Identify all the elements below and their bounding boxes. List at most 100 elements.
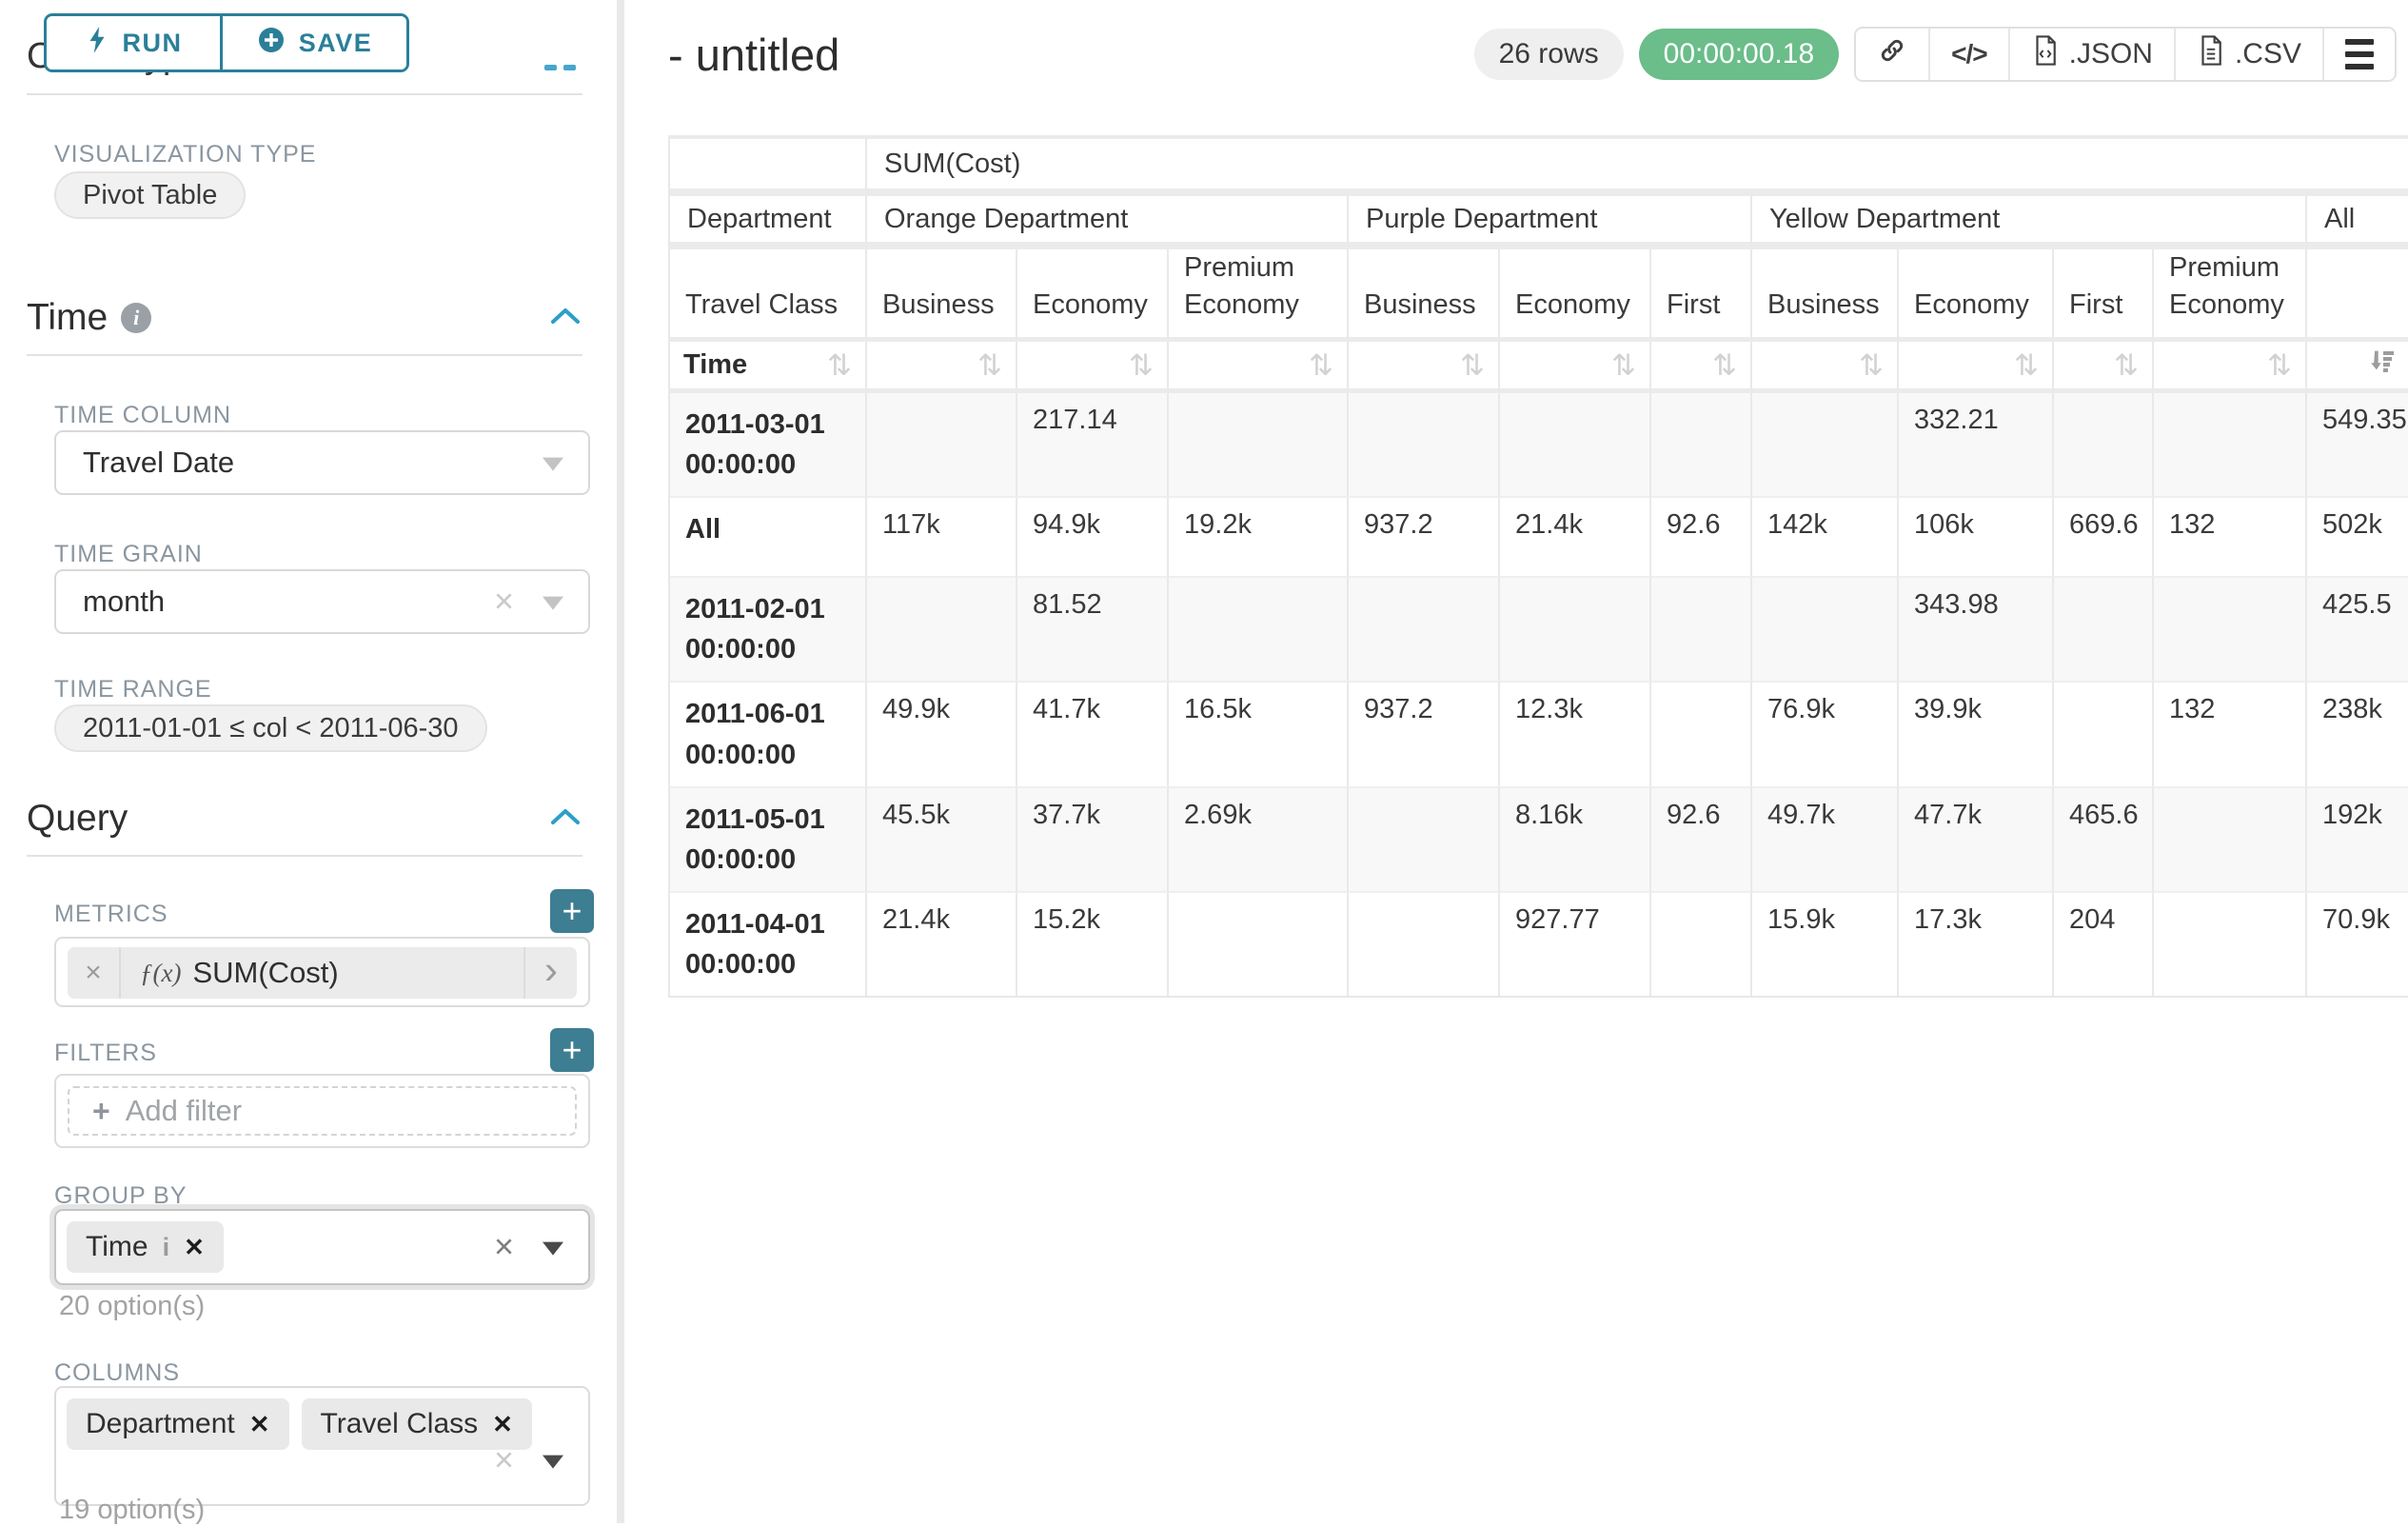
columns-control[interactable]: Department ✕ Travel Class ✕ × [54, 1386, 590, 1506]
time-column-label: TIME COLUMN [54, 402, 231, 429]
row-count-badge: 26 rows [1474, 29, 1624, 80]
pivot-class-header: Premium Economy [1169, 249, 1349, 342]
pivot-value-cell: 45.5k [867, 788, 1017, 893]
chevron-up-icon[interactable] [548, 305, 582, 332]
pivot-value-cell: 132 [2154, 498, 2307, 578]
add-metric-button[interactable]: + [550, 889, 594, 933]
remove-metric-icon[interactable]: × [68, 947, 121, 999]
save-button-label: SAVE [299, 29, 373, 58]
sort-icon: ⇅ [1129, 350, 1154, 380]
pivot-value-cell: 21.4k [867, 893, 1017, 996]
pivot-sort-header[interactable]: ⇅ [2054, 342, 2154, 393]
pivot-value-cell: 332.21 [1899, 393, 2054, 498]
pivot-value-cell [2154, 578, 2307, 683]
table-row: 2011-04-01 00:00:0021.4k15.2k927.7715.9k… [670, 893, 2408, 996]
pivot-value-cell: 70.9k [2307, 893, 2408, 996]
chevron-up-icon[interactable] [548, 805, 582, 833]
chevron-down-icon[interactable] [543, 1455, 563, 1468]
remove-chip-icon[interactable]: ✕ [249, 1410, 270, 1439]
pivot-value-cell: 465.6 [2054, 788, 2154, 893]
clear-icon[interactable]: × [494, 584, 514, 618]
pivot-department-header: Purple Department [1349, 196, 1752, 249]
more-options-button[interactable] [2322, 29, 2395, 80]
pivot-value-cell: 47.7k [1899, 788, 2054, 893]
chevron-right-icon[interactable]: › [523, 947, 577, 999]
add-filter-plus-button[interactable]: + [550, 1028, 594, 1072]
pivot-sort-header[interactable]: ⇅ [1651, 342, 1752, 393]
pivot-sort-header-time[interactable]: Time⇅ [670, 342, 867, 393]
clear-icon[interactable]: × [494, 1229, 514, 1263]
pivot-value-cell [1349, 578, 1500, 683]
group-by-chip-time[interactable]: Time i ✕ [67, 1221, 224, 1273]
add-filter-button[interactable]: + Add filter [68, 1086, 577, 1136]
pivot-value-cell [2154, 393, 2307, 498]
pivot-value-cell: 81.52 [1017, 578, 1169, 683]
pivot-class-header: Economy [1500, 249, 1651, 342]
copy-link-button[interactable] [1856, 29, 1928, 80]
pivot-value-cell: 16.5k [1169, 683, 1349, 787]
pivot-value-cell: 39.9k [1899, 683, 2054, 787]
group-by-control[interactable]: Time i ✕ × [54, 1209, 590, 1285]
chevron-down-icon [543, 458, 563, 471]
pivot-sort-header[interactable]: ⇅ [1500, 342, 1651, 393]
pivot-sort-header[interactable]: ⇅ [1899, 342, 2054, 393]
time-grain-label: TIME GRAIN [54, 541, 203, 568]
pivot-value-cell [2154, 788, 2307, 893]
columns-chip-label: Department [86, 1408, 235, 1440]
filters-label: FILTERS [54, 1040, 157, 1067]
pivot-value-cell: 142k [1752, 498, 1899, 578]
pivot-department-header: Yellow Department [1752, 196, 2307, 249]
visualization-type-pill[interactable]: Pivot Table [54, 171, 246, 219]
pivot-value-cell: 927.77 [1500, 893, 1651, 996]
clear-icon[interactable]: × [494, 1442, 514, 1476]
pivot-row-label: 2011-06-01 00:00:00 [670, 683, 867, 787]
pivot-value-cell [1651, 578, 1752, 683]
time-grain-select[interactable]: month × [54, 569, 590, 634]
table-row: All117k94.9k19.2k937.221.4k92.6142k106k6… [670, 498, 2408, 578]
pivot-value-cell [2054, 578, 2154, 683]
pivot-sort-header[interactable]: ⇅ [1169, 342, 1349, 393]
remove-chip-icon[interactable]: ✕ [492, 1410, 513, 1439]
pivot-class-header [2307, 249, 2408, 342]
view-query-button[interactable]: </> [1928, 29, 2007, 80]
file-code-icon [2031, 34, 2060, 74]
pivot-sort-header[interactable]: ⇅ [1349, 342, 1500, 393]
pivot-class-header: First [2054, 249, 2154, 342]
pivot-value-cell: 92.6 [1651, 788, 1752, 893]
pivot-value-cell [1752, 578, 1899, 683]
pivot-sort-header[interactable] [2307, 342, 2408, 393]
pivot-sort-header[interactable]: ⇅ [867, 342, 1017, 393]
pivot-sort-header[interactable]: ⇅ [2154, 342, 2307, 393]
time-column-select[interactable]: Travel Date [54, 430, 590, 495]
remove-chip-icon[interactable]: ✕ [184, 1233, 205, 1262]
table-row: 2011-05-01 00:00:0045.5k37.7k2.69k8.16k9… [670, 788, 2408, 893]
pivot-sort-header[interactable]: ⇅ [1017, 342, 1169, 393]
pivot-value-cell [2054, 393, 2154, 498]
panel-resize-gutter[interactable] [617, 0, 624, 1523]
pivot-row-label: 2011-03-01 00:00:00 [670, 393, 867, 498]
pivot-value-cell: 204 [2054, 893, 2154, 996]
export-csv-button[interactable]: .CSV [2174, 29, 2322, 80]
pivot-sort-header[interactable]: ⇅ [1752, 342, 1899, 393]
sort-icon: ⇅ [977, 350, 1002, 380]
time-range-pill[interactable]: 2011-01-01 ≤ col < 2011-06-30 [54, 704, 487, 752]
pivot-value-cell [1752, 393, 1899, 498]
chevron-down-icon[interactable] [543, 1242, 563, 1256]
metric-chip[interactable]: × ƒ(x) SUM(Cost) › [68, 947, 577, 999]
time-column-value: Travel Date [83, 446, 234, 480]
pivot-value-cell: 192k [2307, 788, 2408, 893]
sort-icon: ⇅ [2014, 350, 2039, 380]
save-button[interactable]: SAVE [220, 16, 406, 69]
pivot-value-cell: 425.5 [2307, 578, 2408, 683]
chart-area: - untitled 26 rows 00:00:00.18 </> [624, 0, 2408, 1523]
run-button[interactable]: RUN [47, 16, 220, 69]
chart-title[interactable]: - untitled [668, 29, 839, 81]
pivot-value-cell [1169, 393, 1349, 498]
export-json-label: .JSON [2069, 38, 2153, 70]
export-json-button[interactable]: .JSON [2008, 29, 2174, 80]
metric-chip-label: SUM(Cost) [192, 956, 338, 990]
scroll-remnant-icon [563, 65, 576, 70]
columns-chip-department[interactable]: Department ✕ [67, 1398, 289, 1450]
chart-header: - untitled 26 rows 00:00:00.18 </> [668, 0, 2397, 109]
pivot-value-cell [1651, 683, 1752, 787]
